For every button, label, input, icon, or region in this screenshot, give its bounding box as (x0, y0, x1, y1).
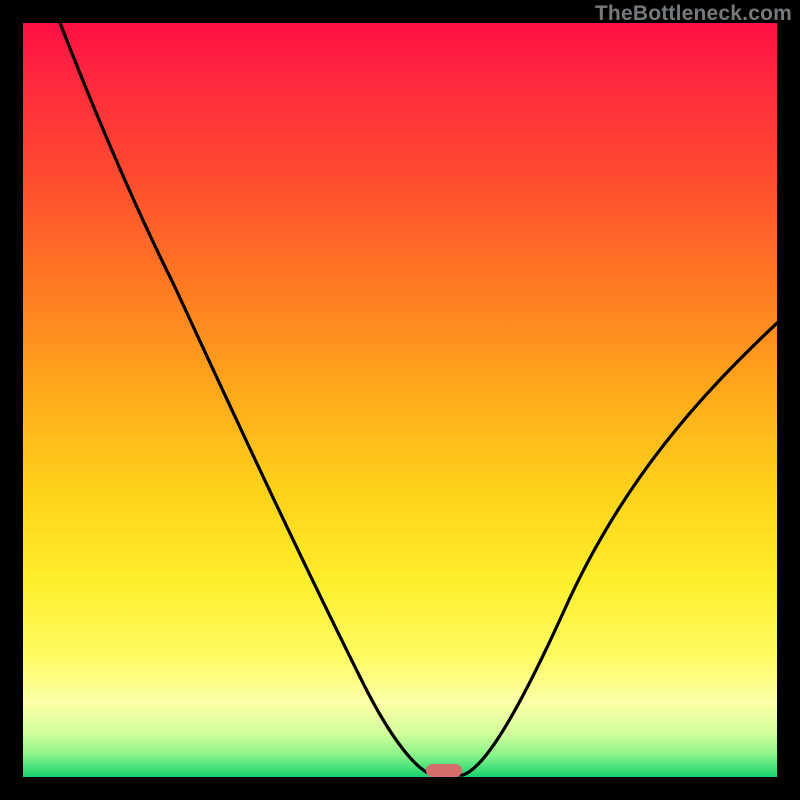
optimal-marker (426, 764, 462, 777)
chart-container: TheBottleneck.com (0, 0, 800, 800)
watermark-text: TheBottleneck.com (595, 2, 792, 26)
plot-area (23, 23, 777, 777)
bottleneck-curve (23, 23, 777, 777)
